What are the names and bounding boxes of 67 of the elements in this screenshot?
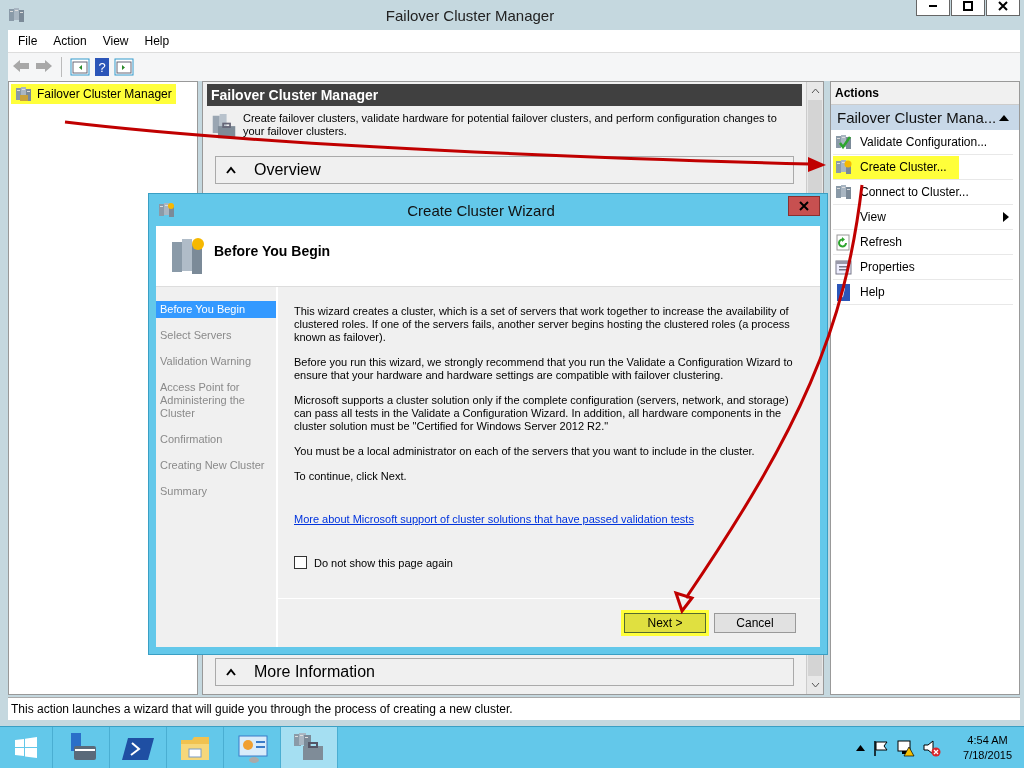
paragraph: To continue, click Next. [294, 470, 408, 483]
server-stack-icon [8, 7, 24, 23]
pane-toggle-icon[interactable] [114, 58, 134, 76]
task-link[interactable]: Help [833, 280, 887, 304]
server-check-icon [835, 133, 852, 151]
maximize-button[interactable] [951, 0, 985, 16]
taskbar-app[interactable] [281, 727, 338, 768]
paragraph: This wizard creates a cluster, which is a set of servers that work together to increase the availability of clustered roles. If one of the servers fails, another server begins hosting the clustered roles (a process known as failover). [294, 305, 791, 344]
window-title: Failover Cluster Manager [384, 6, 556, 24]
network-warning-icon[interactable] [897, 738, 916, 757]
paragraph: You must be a local administrator on each of the servers that you want to include in the cluster. [294, 445, 756, 458]
cancel-button[interactable]: Cancel [714, 613, 796, 633]
clock-date[interactable]: 7/18/2015 [963, 747, 1012, 763]
step-item: Summary [159, 484, 209, 499]
next-button[interactable]: Next > [624, 613, 706, 633]
group-header[interactable]: Failover Cluster Mana... [831, 105, 1019, 130]
windows-logo-icon [14, 735, 38, 760]
paragraph: Microsoft supports a cluster solution only if the complete configuration (servers, network, and storage) can pass all tests in the Validate a Configuration Wizard. In addition, all hardware components in the cluster solution must be "Certified for Windows Server 2012 R2." [294, 394, 790, 433]
caret-icon[interactable] [856, 744, 866, 751]
pane-header: Failover Cluster Manager [207, 84, 802, 106]
scroll-up-icon [810, 88, 820, 94]
dialog-title: Create Cluster Wizard [406, 201, 556, 219]
pane-toggle-icon[interactable] [70, 58, 90, 76]
speaker-muted-icon[interactable] [923, 738, 942, 757]
menu-item[interactable]: View [94, 34, 137, 48]
submenu-arrow-icon [1003, 212, 1009, 222]
clock-time[interactable]: 4:54 AM [967, 732, 1008, 748]
menu-item[interactable]: Action [45, 34, 95, 48]
section-header[interactable]: Overview [215, 156, 794, 184]
checkbox-label: Do not show this page again [314, 556, 453, 569]
server-stack-icon [835, 183, 852, 201]
page-title: Before You Begin [214, 243, 331, 259]
paragraph: Before you run this wizard, we strongly recommend that you run the Validate a Configuration Wizard to ensure that your hardware and hardware settings are compatible with failover clustering. [294, 356, 794, 382]
minimize-button[interactable] [916, 0, 950, 16]
step-item: Select Servers [159, 328, 233, 343]
menu-item[interactable]: Help [136, 34, 178, 48]
server-stack-icon [15, 86, 32, 102]
step-item: Creating New Cluster [159, 458, 266, 473]
status-text: This action launches a wizard that will guide you through the process of creating a new cluster. [11, 702, 513, 717]
step-item: Validation Warning [159, 354, 253, 369]
help-icon[interactable]: ? [95, 58, 109, 76]
step-item: Before You Begin [156, 301, 276, 318]
close-icon [799, 201, 809, 211]
maximize-icon [963, 1, 973, 11]
tree-item[interactable]: Failover Cluster Manager [11, 84, 176, 104]
task-link[interactable]: Properties [833, 255, 917, 279]
flag-icon[interactable] [873, 739, 890, 756]
task-link[interactable]: Validate Configuration... [833, 130, 990, 154]
section-header[interactable]: More Information [215, 658, 794, 687]
server-star-icon [158, 202, 174, 218]
task-link[interactable]: View [833, 205, 888, 229]
pane-header: Actions [831, 82, 1019, 105]
scroll-down-icon [810, 682, 820, 689]
server-star-icon [835, 158, 852, 176]
menu-item[interactable]: File [10, 34, 46, 48]
checkbox[interactable] [294, 556, 307, 569]
close-icon [998, 1, 1008, 11]
refresh-icon [835, 233, 852, 251]
help-link[interactable]: More about Microsoft support of cluster solutions that have passed validation tests [294, 513, 694, 525]
description-text: Create failover clusters, validate hardware for potential failover clusters, and perform configuration changes to your failover clusters. [243, 112, 778, 138]
task-link[interactable]: Create Cluster... [833, 155, 959, 179]
task-link[interactable]: Refresh [833, 230, 905, 254]
step-item: Confirmation [159, 432, 224, 447]
minimize-icon [929, 5, 937, 7]
step-item: Access Point for Administering the Cluster [159, 380, 246, 421]
server-star-icon [170, 236, 206, 276]
close-button[interactable] [986, 0, 1020, 16]
